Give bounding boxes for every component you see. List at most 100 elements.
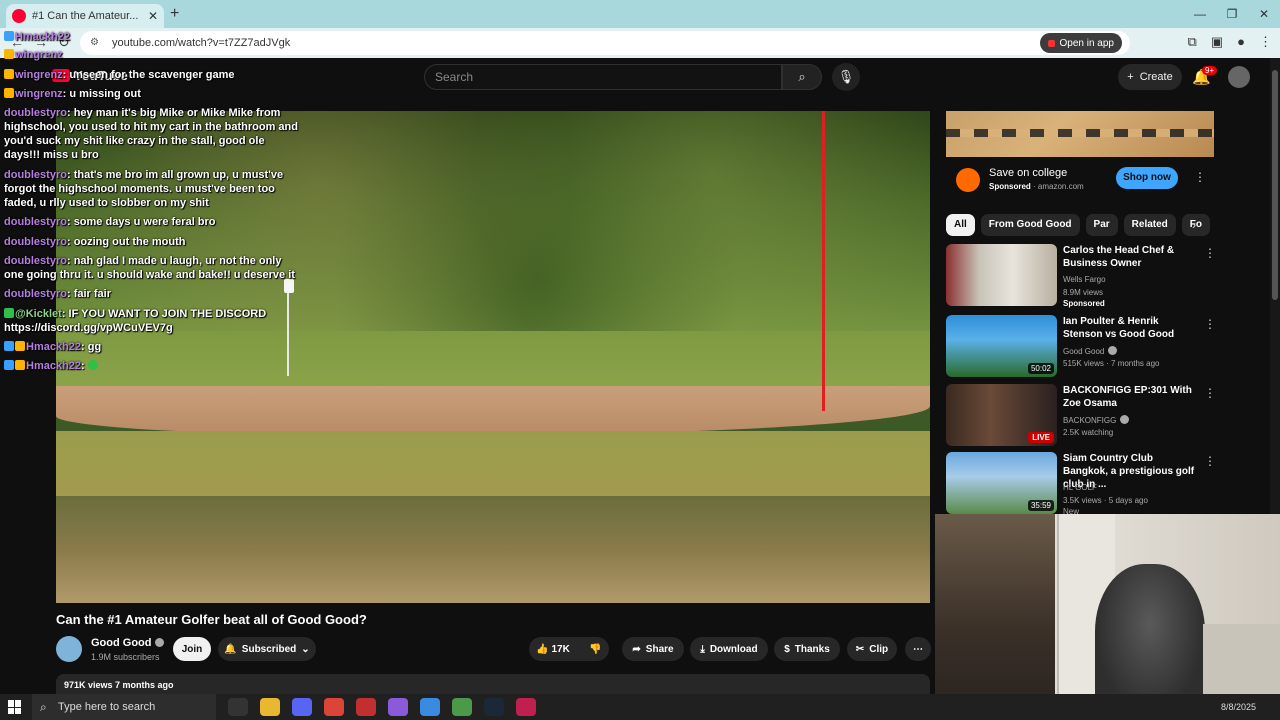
chip-related[interactable]: Related xyxy=(1123,214,1176,236)
thumbs-up-icon: 👍 xyxy=(536,643,549,655)
search-input[interactable]: Search xyxy=(424,64,782,90)
thanks-button[interactable]: $ Thanks xyxy=(774,637,840,661)
scrollbar-thumb[interactable] xyxy=(1272,70,1278,300)
ad-banner-image[interactable] xyxy=(946,111,1214,157)
sidepanel-icon[interactable]: ▣ xyxy=(1211,34,1223,50)
live-badge: LIVE xyxy=(1028,432,1054,443)
video-menu-icon[interactable]: ⋮ xyxy=(1204,246,1216,260)
create-label: Create xyxy=(1139,71,1173,83)
recommended-video[interactable]: 35:59 Siam Country Club Bangkok, a prest… xyxy=(946,452,1216,516)
extensions-icon[interactable]: ⧉ xyxy=(1188,34,1197,50)
browser-tabbar: #1 Can the Amateur... ✕ + — ❐ ✕ xyxy=(0,0,1280,28)
share-label: Share xyxy=(645,643,674,655)
close-tab-icon[interactable]: ✕ xyxy=(148,9,158,23)
taskbar-search-input[interactable]: ⌕ Type here to search xyxy=(32,694,216,720)
recommended-video[interactable]: Carlos the Head Chef & Business Owner We… xyxy=(946,244,1216,308)
ad-info: Save on college Sponsored · amazon.com S… xyxy=(956,166,1216,196)
profile-icon[interactable]: ● xyxy=(1237,34,1245,50)
menu-icon[interactable]: ⋮ xyxy=(1259,34,1272,50)
dislike-button[interactable]: 👎 xyxy=(589,644,601,655)
recommended-channel[interactable]: BACKONFIGG xyxy=(1063,415,1130,425)
video-thumbnail[interactable]: 35:59 xyxy=(946,452,1057,514)
sponsored-label: Sponsored xyxy=(1063,299,1105,308)
windows-start-icon[interactable] xyxy=(8,700,22,714)
video-menu-icon[interactable]: ⋮ xyxy=(1204,454,1216,468)
recommended-title[interactable]: BACKONFIGG EP:301 With Zoe Osama xyxy=(1063,384,1197,410)
chat-text: unseen for the scavenger game xyxy=(69,69,235,81)
recommended-channel[interactable]: Good Good xyxy=(1063,346,1118,356)
minimize-icon[interactable]: — xyxy=(1184,0,1216,28)
recommended-video[interactable]: LIVE BACKONFIGG EP:301 With Zoe Osama BA… xyxy=(946,384,1216,448)
open-in-app-button[interactable]: Open in app xyxy=(1039,33,1122,53)
clip-button[interactable]: ✂ Clip xyxy=(847,637,897,661)
emote-icon xyxy=(87,360,98,370)
video-thumbnail[interactable]: LIVE xyxy=(946,384,1057,446)
new-tab-icon[interactable]: + xyxy=(170,5,179,23)
channel-avatar[interactable] xyxy=(56,636,82,662)
recommended-video[interactable]: 50:02 Ian Poulter & Henrik Stenson vs Go… xyxy=(946,315,1216,379)
chrome-active-icon[interactable] xyxy=(452,698,472,716)
chat-message: doublestyro: nah glad I made u laugh, ur… xyxy=(4,255,295,281)
ad-menu-icon[interactable]: ⋮ xyxy=(1194,170,1206,184)
sponsored-label: Sponsored xyxy=(989,182,1031,191)
advertiser-logo[interactable] xyxy=(956,168,980,192)
channel-name[interactable]: Good Good xyxy=(91,637,165,649)
window-controls: — ❐ ✕ xyxy=(1184,0,1280,28)
discord-icon[interactable] xyxy=(292,698,312,716)
thumbs-down-icon: 👎 xyxy=(589,643,602,655)
search-button[interactable]: ⌕ xyxy=(782,64,822,90)
screen: #1 Can the Amateur... ✕ + — ❐ ✕ ← → ↻ ⚙ … xyxy=(0,0,1280,720)
like-count: 17K xyxy=(551,643,570,655)
browser-tab[interactable]: #1 Can the Amateur... ✕ xyxy=(6,4,164,28)
chat-user: Hmackh22 xyxy=(26,341,82,353)
webcam-closet xyxy=(935,514,1055,707)
app-icon[interactable] xyxy=(420,698,440,716)
app-icon[interactable] xyxy=(356,698,376,716)
recommended-title[interactable]: Carlos the Head Chef & Business Owner xyxy=(1063,244,1197,270)
download-button[interactable]: ⤓ Download xyxy=(690,637,768,661)
recommended-channel[interactable]: Wells Fargo xyxy=(1063,275,1106,284)
chrome-icon[interactable] xyxy=(324,698,344,716)
badge-icon xyxy=(15,360,25,370)
description-box[interactable]: 971K views 7 months ago xyxy=(56,674,930,694)
restore-icon[interactable]: ❐ xyxy=(1216,0,1248,28)
channel-name-text: Good Good xyxy=(91,637,152,649)
subscribed-button[interactable]: 🔔 Subscribed ⌄ xyxy=(218,637,316,661)
chat-user: Hmackh22 xyxy=(15,31,71,43)
chip-all[interactable]: All xyxy=(946,214,975,236)
recommended-meta: 8.9M views xyxy=(1063,288,1104,297)
like-button[interactable]: 👍 17K xyxy=(536,644,570,655)
chat-user: Hmackh22 xyxy=(26,360,82,372)
chevron-down-icon: ⌄ xyxy=(301,643,310,655)
chip-par[interactable]: Par xyxy=(1085,214,1118,236)
chat-user: doublestyro xyxy=(4,236,67,248)
subscribed-label: Subscribed xyxy=(241,643,297,655)
recommended-title[interactable]: Ian Poulter & Henrik Stenson vs Good Goo… xyxy=(1063,315,1197,341)
video-menu-icon[interactable]: ⋮ xyxy=(1204,386,1216,400)
join-button[interactable]: Join xyxy=(173,637,211,661)
chat-user: doublestyro xyxy=(4,107,67,119)
recommended-channel[interactable]: HL GOLF xyxy=(1063,483,1097,492)
video-menu-icon[interactable]: ⋮ xyxy=(1204,317,1216,331)
close-window-icon[interactable]: ✕ xyxy=(1248,0,1280,28)
crown-icon xyxy=(4,49,14,59)
chip-from-good-good[interactable]: From Good Good xyxy=(980,214,1080,236)
chevron-right-icon[interactable]: › xyxy=(1192,218,1196,232)
account-avatar[interactable] xyxy=(1228,66,1250,88)
app-icon[interactable] xyxy=(388,698,408,716)
video-thumbnail[interactable]: 50:02 xyxy=(946,315,1057,377)
app-icon[interactable] xyxy=(516,698,536,716)
more-actions-button[interactable]: ⋯ xyxy=(905,637,931,661)
task-view-icon[interactable] xyxy=(228,698,248,716)
chat-message: Hmackh22: xyxy=(4,359,300,373)
steam-icon[interactable] xyxy=(484,698,504,716)
create-button[interactable]: + Create xyxy=(1118,64,1182,90)
file-explorer-icon[interactable] xyxy=(260,698,280,716)
video-thumbnail[interactable] xyxy=(946,244,1057,306)
chat-message: wingrenz: u missing out xyxy=(4,87,300,101)
ad-title[interactable]: Save on college xyxy=(989,167,1067,179)
shop-now-button[interactable]: Shop now xyxy=(1116,167,1178,189)
share-button[interactable]: ➦ Share xyxy=(622,637,684,661)
voice-search-button[interactable]: 🎙 xyxy=(832,63,860,91)
bot-icon xyxy=(4,308,14,318)
